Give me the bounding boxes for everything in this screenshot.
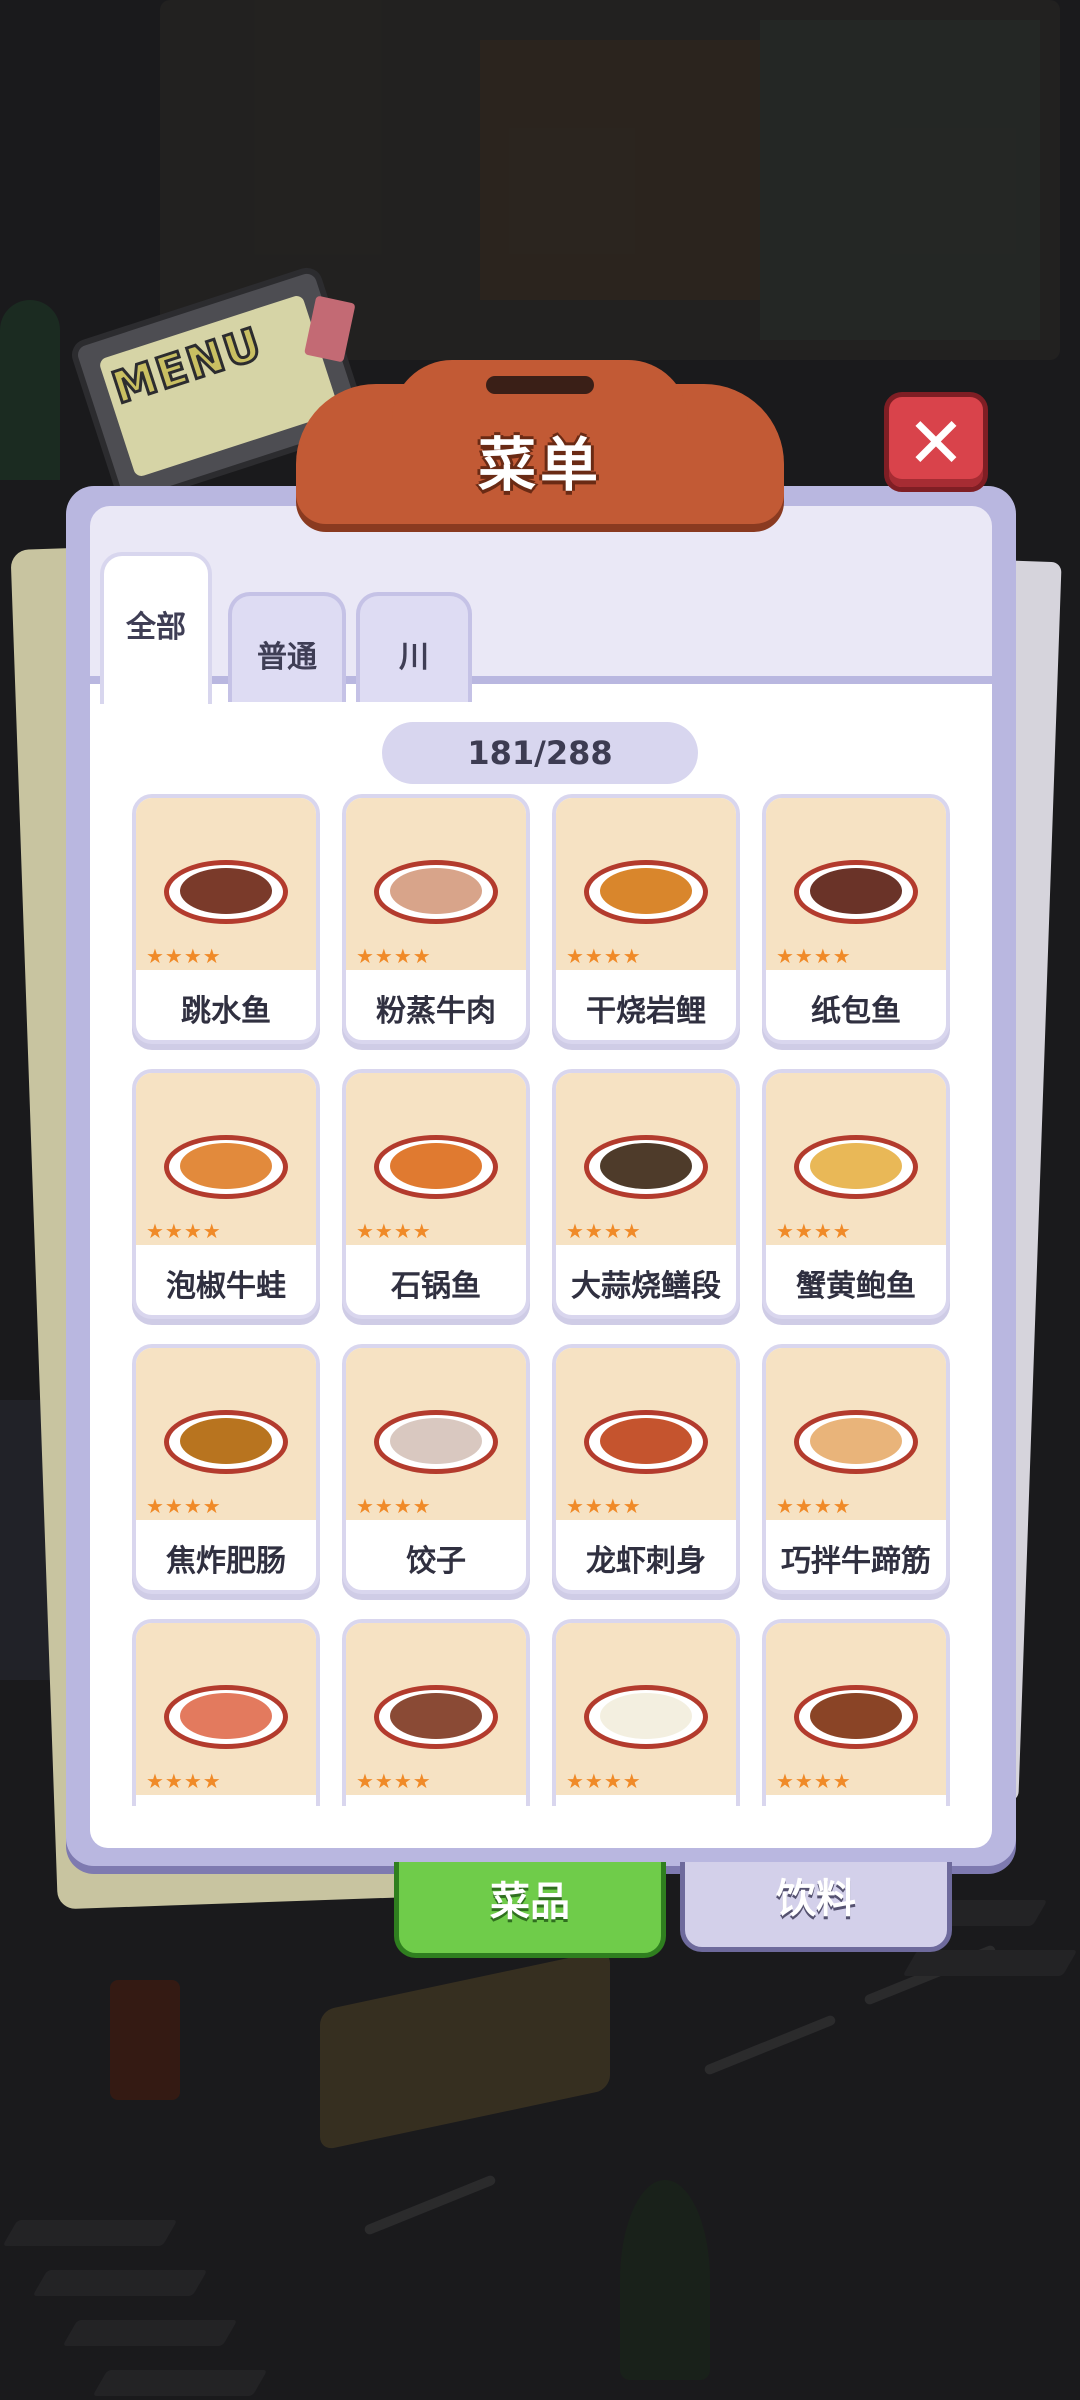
star-rating: ★★★★ — [566, 944, 642, 968]
star-rating: ★★★★ — [356, 1769, 432, 1793]
star-rating: ★★★★ — [146, 944, 222, 968]
tab-divider — [90, 676, 992, 684]
dish-card[interactable]: ★★★★ 龙虾刺身 — [552, 1344, 740, 1594]
dish-card[interactable]: ★★★★ — [552, 1619, 740, 1806]
dish-image: ★★★★ — [766, 798, 946, 970]
food-icon — [600, 868, 692, 914]
dish-name: 石锅鱼 — [391, 1269, 481, 1304]
dish-card[interactable]: ★★★★ 饺子 — [342, 1344, 530, 1594]
dish-card[interactable]: ★★★★ — [342, 1619, 530, 1806]
dish-card[interactable]: ★★★★ 焦炸肥肠 — [132, 1344, 320, 1594]
dish-name: 龙虾刺身 — [586, 1544, 706, 1579]
tab-regular-label: 普通 — [257, 640, 317, 675]
header-plaque: 菜单 — [296, 360, 784, 524]
dish-grid[interactable]: ★★★★ 跳水鱼 ★★★★ 粉蒸牛肉 ★★★★ 干烧岩鲤 ★★★★ 纸包鱼 ★★★★ 泡椒牛蛙 ★★… — [132, 794, 952, 1806]
dish-name: 焦炸肥肠 — [166, 1544, 286, 1579]
dish-name: 跳水鱼 — [181, 994, 271, 1029]
tab-all[interactable]: 全部 — [100, 552, 212, 704]
dish-card[interactable]: ★★★★ 干烧岩鲤 — [552, 794, 740, 1044]
star-rating: ★★★★ — [776, 1219, 852, 1243]
food-icon — [810, 1143, 902, 1189]
tab-sichuan-label: 川 — [399, 640, 429, 675]
food-icon — [180, 868, 272, 914]
dish-card[interactable]: ★★★★ 巧拌牛蹄筋 — [762, 1344, 950, 1594]
food-icon — [810, 1418, 902, 1464]
dish-image: ★★★★ — [556, 1073, 736, 1245]
dish-name: 纸包鱼 — [811, 994, 901, 1029]
dish-image: ★★★★ — [766, 1073, 946, 1245]
dish-card[interactable]: ★★★★ 纸包鱼 — [762, 794, 950, 1044]
food-icon — [810, 1693, 902, 1739]
close-icon: ✕ — [906, 402, 966, 484]
dishes-tab-button[interactable]: 菜品 — [394, 1862, 666, 1958]
close-button[interactable]: ✕ — [884, 392, 988, 492]
dish-image: ★★★★ — [346, 1623, 526, 1795]
food-icon — [600, 1693, 692, 1739]
dish-image: ★★★★ — [136, 1623, 316, 1795]
star-rating: ★★★★ — [776, 944, 852, 968]
dish-image: ★★★★ — [766, 1623, 946, 1795]
dish-image: ★★★★ — [766, 1348, 946, 1520]
dish-name: 巧拌牛蹄筋 — [781, 1544, 931, 1579]
page-title: 菜单 — [477, 431, 602, 499]
dish-image: ★★★★ — [346, 798, 526, 970]
food-icon — [390, 868, 482, 914]
dish-image: ★★★★ — [136, 1348, 316, 1520]
star-rating: ★★★★ — [566, 1494, 642, 1518]
star-rating: ★★★★ — [566, 1219, 642, 1243]
food-icon — [390, 1143, 482, 1189]
star-rating: ★★★★ — [776, 1494, 852, 1518]
food-icon — [600, 1143, 692, 1189]
dish-card[interactable]: ★★★★ 大蒜烧鳝段 — [552, 1069, 740, 1319]
star-rating: ★★★★ — [146, 1769, 222, 1793]
dish-name: 粉蒸牛肉 — [376, 994, 496, 1029]
food-icon — [600, 1418, 692, 1464]
dish-image: ★★★★ — [346, 1348, 526, 1520]
tab-sichuan[interactable]: 川 — [356, 592, 472, 702]
dish-image: ★★★★ — [136, 1073, 316, 1245]
dish-card[interactable]: ★★★★ — [762, 1619, 950, 1806]
dish-image: ★★★★ — [346, 1073, 526, 1245]
food-icon — [390, 1418, 482, 1464]
dish-card[interactable]: ★★★★ 泡椒牛蛙 — [132, 1069, 320, 1319]
dish-card[interactable]: ★★★★ — [132, 1619, 320, 1806]
food-icon — [810, 868, 902, 914]
tab-all-label: 全部 — [126, 610, 186, 645]
star-rating: ★★★★ — [776, 1769, 852, 1793]
collection-counter: 181/288 — [382, 722, 698, 784]
dish-card[interactable]: ★★★★ 石锅鱼 — [342, 1069, 530, 1319]
star-rating: ★★★★ — [356, 1219, 432, 1243]
dish-image: ★★★★ — [556, 1623, 736, 1795]
dish-card[interactable]: ★★★★ 跳水鱼 — [132, 794, 320, 1044]
tab-regular[interactable]: 普通 — [228, 592, 346, 702]
food-icon — [180, 1418, 272, 1464]
dish-card[interactable]: ★★★★ 蟹黄鲍鱼 — [762, 1069, 950, 1319]
star-rating: ★★★★ — [356, 1494, 432, 1518]
dish-name: 干烧岩鲤 — [586, 994, 706, 1029]
dish-image: ★★★★ — [556, 1348, 736, 1520]
star-rating: ★★★★ — [356, 944, 432, 968]
dish-name: 大蒜烧鳝段 — [571, 1269, 721, 1304]
food-icon — [180, 1143, 272, 1189]
dish-card[interactable]: ★★★★ 粉蒸牛肉 — [342, 794, 530, 1044]
food-icon — [390, 1693, 482, 1739]
food-icon — [180, 1693, 272, 1739]
star-rating: ★★★★ — [146, 1494, 222, 1518]
star-rating: ★★★★ — [146, 1219, 222, 1243]
dish-image: ★★★★ — [136, 798, 316, 970]
star-rating: ★★★★ — [566, 1769, 642, 1793]
dish-image: ★★★★ — [556, 798, 736, 970]
dish-name: 蟹黄鲍鱼 — [796, 1269, 916, 1304]
drinks-tab-button[interactable]: 饮料 — [680, 1862, 952, 1952]
dish-name: 泡椒牛蛙 — [166, 1269, 286, 1304]
dish-name: 饺子 — [406, 1544, 466, 1579]
